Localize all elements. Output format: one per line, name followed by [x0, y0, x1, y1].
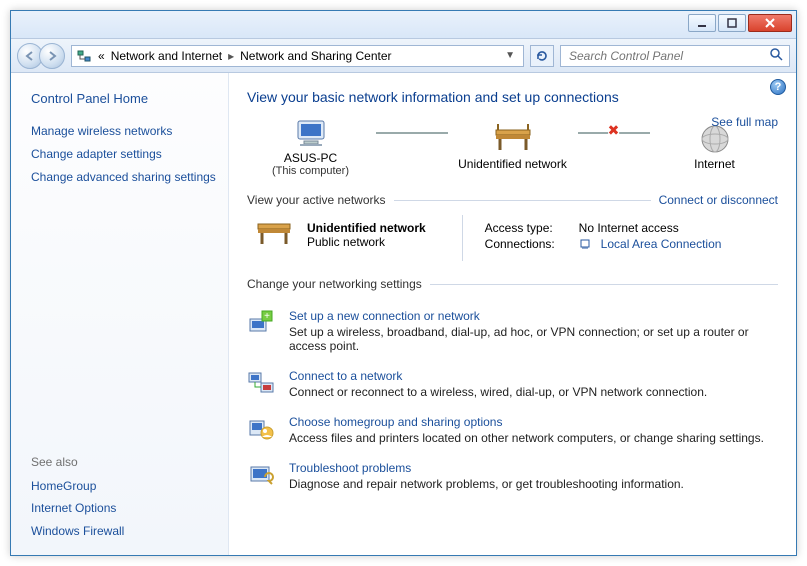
access-type-label: Access type: — [485, 221, 569, 235]
control-panel-window: « Network and Internet ▸ Network and Sha… — [10, 10, 797, 556]
see-also-homegroup[interactable]: HomeGroup — [31, 478, 216, 495]
see-also-internet-options[interactable]: Internet Options — [31, 500, 216, 517]
setup-connection-icon: + — [247, 309, 275, 337]
navbar: « Network and Internet ▸ Network and Sha… — [11, 39, 796, 73]
search-icon[interactable] — [769, 47, 783, 64]
breadcrumb-prefix: « — [98, 49, 105, 63]
address-dropdown[interactable]: ▼ — [501, 50, 519, 61]
map-node1-label: ASUS-PC — [246, 151, 376, 165]
ethernet-icon — [579, 237, 591, 252]
see-also-windows-firewall[interactable]: Windows Firewall — [31, 523, 216, 540]
connect-disconnect-link[interactable]: Connect or disconnect — [659, 193, 778, 207]
minimize-button[interactable] — [688, 14, 716, 32]
setting-setup-connection-link[interactable]: Set up a new connection or network — [289, 309, 778, 323]
setting-connect-network-link[interactable]: Connect to a network — [289, 369, 707, 383]
breadcrumb-level1[interactable]: Network and Internet — [111, 49, 222, 63]
setting-connect-network-desc: Connect or reconnect to a wireless, wire… — [289, 385, 707, 399]
map-connection-2-broken — [578, 132, 650, 134]
chevron-right-icon: ▸ — [228, 49, 234, 63]
sidebar-link-advanced-sharing[interactable]: Change advanced sharing settings — [31, 169, 216, 186]
see-full-map-link[interactable]: See full map — [711, 115, 778, 129]
control-panel-home-link[interactable]: Control Panel Home — [31, 91, 216, 106]
refresh-button[interactable] — [530, 45, 554, 67]
map-connection-1 — [376, 132, 448, 134]
setting-homegroup: Choose homegroup and sharing options Acc… — [247, 415, 778, 445]
computer-icon — [246, 115, 376, 151]
sidebar-link-wireless[interactable]: Manage wireless networks — [31, 123, 216, 140]
setting-troubleshoot: Troubleshoot problems Diagnose and repai… — [247, 461, 778, 491]
active-network-type: Public network — [307, 235, 426, 249]
active-network-name: Unidentified network — [307, 221, 426, 235]
svg-text:+: + — [264, 311, 270, 322]
network-map: See full map ASUS-PC (This computer) — [247, 115, 778, 177]
close-button[interactable] — [748, 14, 792, 32]
setting-homegroup-desc: Access files and printers located on oth… — [289, 431, 764, 445]
active-networks-header: View your active networks Connect or dis… — [247, 193, 778, 207]
setting-connect-network: Connect to a network Connect or reconnec… — [247, 369, 778, 399]
bench-icon — [255, 219, 293, 251]
troubleshoot-icon — [247, 461, 275, 489]
map-node-network: Unidentified network — [448, 121, 578, 171]
bench-icon — [448, 121, 578, 157]
homegroup-icon — [247, 415, 275, 443]
sidebar-link-adapter[interactable]: Change adapter settings — [31, 146, 216, 163]
setting-homegroup-link[interactable]: Choose homegroup and sharing options — [289, 415, 764, 429]
change-settings-label: Change your networking settings — [247, 277, 422, 291]
sidebar: Control Panel Home Manage wireless netwo… — [11, 73, 229, 555]
address-bar[interactable]: « Network and Internet ▸ Network and Sha… — [71, 45, 524, 67]
maximize-button[interactable] — [718, 14, 746, 32]
active-networks-label: View your active networks — [247, 193, 386, 207]
see-also-label: See also — [31, 455, 216, 469]
setting-troubleshoot-desc: Diagnose and repair network problems, or… — [289, 477, 684, 491]
breadcrumb-level2[interactable]: Network and Sharing Center — [240, 49, 391, 63]
titlebar — [11, 11, 796, 39]
setting-troubleshoot-link[interactable]: Troubleshoot problems — [289, 461, 684, 475]
network-icon — [76, 48, 92, 64]
connect-network-icon — [247, 369, 275, 397]
access-type-value: No Internet access — [579, 221, 679, 235]
connections-label: Connections: — [485, 237, 569, 252]
connection-link[interactable]: Local Area Connection — [601, 237, 722, 252]
map-node3-label: Internet — [650, 157, 780, 171]
setting-setup-connection: + Set up a new connection or network Set… — [247, 309, 778, 353]
map-node-this-computer: ASUS-PC (This computer) — [246, 115, 376, 177]
forward-button[interactable] — [39, 43, 65, 69]
page-title: View your basic network information and … — [247, 89, 778, 105]
content-pane: ? View your basic network information an… — [229, 73, 796, 555]
map-node1-sublabel: (This computer) — [246, 165, 376, 177]
setting-setup-connection-desc: Set up a wireless, broadband, dial-up, a… — [289, 325, 749, 353]
map-node2-label: Unidentified network — [448, 157, 578, 171]
change-settings-header: Change your networking settings — [247, 277, 778, 291]
search-input[interactable] — [567, 48, 769, 64]
search-box[interactable] — [560, 45, 790, 67]
help-icon[interactable]: ? — [770, 79, 786, 95]
